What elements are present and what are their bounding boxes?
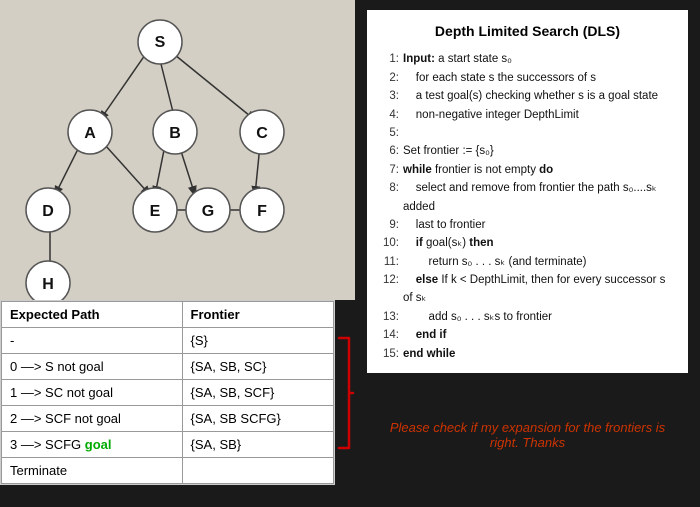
line-content: Input: a start state s₀ — [403, 50, 512, 68]
path-cell: Terminate — [2, 458, 183, 484]
line-num: 9: — [379, 216, 399, 234]
frontier-cell — [182, 458, 333, 484]
algo-line-11: 11: return s₀ . . . sₖ (and terminate) — [379, 253, 676, 271]
line-num: 7: — [379, 161, 399, 179]
table-row: 3 —> SCFG goal {SA, SB} — [2, 432, 334, 458]
path-cell: 3 —> SCFG goal — [2, 432, 183, 458]
line-content: last to frontier — [403, 216, 485, 234]
line-content: a test goal(s) checking whether s is a g… — [403, 87, 658, 105]
line-num: 11: — [379, 253, 399, 271]
frontier-cell: {SA, SB, SC} — [182, 354, 333, 380]
frontier-cell: {SA, SB} — [182, 432, 333, 458]
table-area: Expected Path Frontier - {S} 0 —> S not … — [0, 300, 335, 485]
path-cell: 1 —> SC not goal — [2, 380, 183, 406]
path-cell: 0 —> S not goal — [2, 354, 183, 380]
line-content: select and remove from frontier the path… — [403, 179, 676, 216]
svg-text:F: F — [257, 203, 267, 220]
frontier-cell: {SA, SB SCFG} — [182, 406, 333, 432]
algo-line-6: 6: Set frontier := {s₀} — [379, 142, 676, 160]
algorithm-box: Depth Limited Search (DLS) 1: Input: a s… — [367, 10, 688, 373]
algo-line-1: 1: Input: a start state s₀ — [379, 50, 676, 68]
line-num: 3: — [379, 87, 399, 105]
right-panel: Depth Limited Search (DLS) 1: Input: a s… — [355, 0, 700, 507]
algo-line-14: 14: end if — [379, 326, 676, 344]
line-num: 12: — [379, 271, 399, 308]
svg-text:D: D — [42, 203, 54, 220]
algo-line-7: 7: while frontier is not empty do — [379, 161, 676, 179]
svg-text:E: E — [150, 203, 161, 220]
table-row: 1 —> SC not goal {SA, SB, SCF} — [2, 380, 334, 406]
left-panel: S A B C D E G F H — [0, 0, 355, 507]
table-section: Expected Path Frontier - {S} 0 —> S not … — [0, 300, 355, 485]
algo-line-9: 9: last to frontier — [379, 216, 676, 234]
line-num: 1: — [379, 50, 399, 68]
path-frontier-table: Expected Path Frontier - {S} 0 —> S not … — [1, 301, 334, 484]
line-num: 6: — [379, 142, 399, 160]
algo-line-13: 13: add s₀ . . . sₖs to frontier — [379, 308, 676, 326]
svg-text:C: C — [256, 125, 268, 142]
line-content: end while — [403, 345, 455, 363]
line-num: 8: — [379, 179, 399, 216]
line-num: 4: — [379, 106, 399, 124]
line-content: non-negative integer DepthLimit — [403, 106, 579, 124]
line-content: add s₀ . . . sₖs to frontier — [403, 308, 552, 326]
algo-line-12: 12: else If k < DepthLimit, then for eve… — [379, 271, 676, 308]
svg-text:S: S — [155, 34, 166, 51]
svg-text:B: B — [169, 125, 181, 142]
bottom-right-area: Please check if my expansion for the fro… — [367, 373, 688, 497]
algo-line-4: 4: non-negative integer DepthLimit — [379, 106, 676, 124]
col-header-frontier: Frontier — [182, 302, 333, 328]
line-num: 15: — [379, 345, 399, 363]
col-header-path: Expected Path — [2, 302, 183, 328]
algo-line-10: 10: if goal(sₖ) then — [379, 234, 676, 252]
svg-text:A: A — [84, 125, 96, 142]
line-content: end if — [403, 326, 446, 344]
line-content: else If k < DepthLimit, then for every s… — [403, 271, 676, 308]
frontier-cell: {SA, SB, SCF} — [182, 380, 333, 406]
algo-line-5: 5: — [379, 124, 676, 142]
goal-label: goal — [85, 437, 112, 452]
path-cell: 2 —> SCF not goal — [2, 406, 183, 432]
line-content — [403, 124, 406, 142]
line-num: 14: — [379, 326, 399, 344]
bracket-svg — [335, 328, 355, 458]
graph-area: S A B C D E G F H — [0, 0, 355, 300]
line-content: while frontier is not empty do — [403, 161, 553, 179]
algo-line-2: 2: for each state s the successors of s — [379, 69, 676, 87]
line-num: 10: — [379, 234, 399, 252]
algo-line-15: 15: end while — [379, 345, 676, 363]
bracket-area — [335, 300, 355, 485]
algo-line-8: 8: select and remove from frontier the p… — [379, 179, 676, 216]
line-content: Set frontier := {s₀} — [403, 142, 494, 160]
line-num: 2: — [379, 69, 399, 87]
svg-text:G: G — [202, 203, 214, 220]
table-row: 2 —> SCF not goal {SA, SB SCFG} — [2, 406, 334, 432]
line-content: for each state s the successors of s — [403, 69, 596, 87]
algo-line-3: 3: a test goal(s) checking whether s is … — [379, 87, 676, 105]
table-row: - {S} — [2, 328, 334, 354]
table-row: Terminate — [2, 458, 334, 484]
line-content: if goal(sₖ) then — [403, 234, 494, 252]
algorithm-title: Depth Limited Search (DLS) — [379, 20, 676, 42]
graph-svg: S A B C D E G F H — [0, 0, 355, 300]
svg-text:H: H — [42, 276, 54, 293]
line-num: 5: — [379, 124, 399, 142]
path-cell: - — [2, 328, 183, 354]
table-row: 0 —> S not goal {SA, SB, SC} — [2, 354, 334, 380]
frontier-cell: {S} — [182, 328, 333, 354]
check-message: Please check if my expansion for the fro… — [377, 420, 678, 450]
line-num: 13: — [379, 308, 399, 326]
line-content: return s₀ . . . sₖ (and terminate) — [403, 253, 587, 271]
